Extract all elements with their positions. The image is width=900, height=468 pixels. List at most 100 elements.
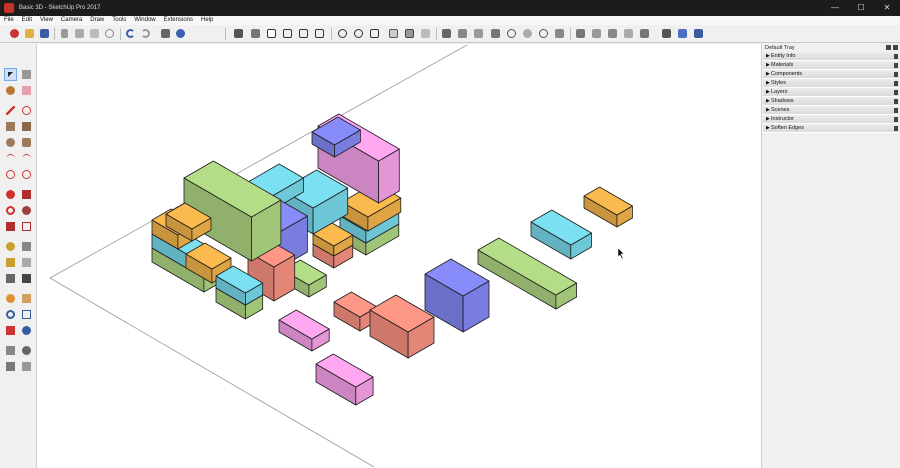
open-icon[interactable]	[23, 27, 36, 40]
text-tool-icon[interactable]	[472, 27, 485, 40]
shadows-icon[interactable]	[505, 27, 518, 40]
walk-tool-icon[interactable]	[4, 360, 17, 373]
panel-soften-edges[interactable]: ▶ Soften Edges	[763, 124, 899, 133]
panel-close-icon[interactable]	[894, 90, 898, 95]
photo-textures-icon[interactable]	[553, 27, 566, 40]
back-edges-icon[interactable]	[352, 27, 365, 40]
text-label-icon[interactable]	[20, 256, 33, 269]
two-point-arc-icon[interactable]	[20, 152, 33, 165]
stamp-icon[interactable]	[606, 27, 619, 40]
new-model-icon[interactable]	[8, 27, 21, 40]
eraser-icon[interactable]	[20, 84, 33, 97]
rotated-rectangle-icon[interactable]	[20, 120, 33, 133]
menu-camera[interactable]: Camera	[57, 16, 86, 25]
panel-materials[interactable]: ▶ Materials	[763, 61, 899, 70]
extension-warehouse-icon[interactable]	[676, 27, 689, 40]
scale-tool-icon[interactable]	[4, 220, 17, 233]
model-scene[interactable]	[37, 44, 761, 468]
cut-icon[interactable]	[58, 27, 71, 40]
right-view-icon[interactable]	[297, 27, 310, 40]
orbit-tool-icon[interactable]	[4, 292, 17, 305]
zoom-extents-icon[interactable]	[4, 324, 17, 337]
save-icon[interactable]	[38, 27, 51, 40]
iso-view-icon[interactable]	[249, 27, 262, 40]
axes-tool-icon[interactable]	[4, 272, 17, 285]
monochrome-icon[interactable]	[419, 27, 432, 40]
panel-styles[interactable]: ▶ Styles	[763, 79, 899, 88]
panel-instructor[interactable]: ▶ Instructor	[763, 115, 899, 124]
menu-help[interactable]: Help	[197, 16, 217, 25]
panel-close-icon[interactable]	[894, 81, 898, 86]
dimension-icon[interactable]	[456, 27, 469, 40]
panel-shadows[interactable]: ▶ Shadows	[763, 97, 899, 106]
arrows-icon[interactable]	[660, 27, 673, 40]
three-point-arc-icon[interactable]	[4, 168, 17, 181]
orange-small-block[interactable]	[583, 186, 633, 228]
paint-bucket-icon[interactable]	[489, 27, 502, 40]
3d-warehouse-icon[interactable]	[692, 27, 705, 40]
menu-file[interactable]: File	[0, 16, 18, 25]
pink-tetromino-block[interactable]	[278, 309, 330, 352]
freehand-icon[interactable]	[20, 104, 33, 117]
close-button[interactable]: ✕	[874, 0, 900, 16]
select-tool-icon[interactable]	[4, 68, 17, 81]
panel-close-icon[interactable]	[894, 63, 898, 68]
line-tool-icon[interactable]	[4, 104, 17, 117]
panel-close-icon[interactable]	[894, 54, 898, 59]
offset-tool-icon[interactable]	[20, 220, 33, 233]
rotate-tool-icon[interactable]	[4, 204, 17, 217]
minimize-button[interactable]: —	[822, 0, 848, 16]
panel-scenes[interactable]: ▶ Scenes	[763, 106, 899, 115]
arc-tool-icon[interactable]	[4, 152, 17, 165]
drape-icon[interactable]	[622, 27, 635, 40]
protractor-icon[interactable]	[4, 256, 17, 269]
look-around-icon[interactable]	[20, 344, 33, 357]
panel-entity-info[interactable]: ▶ Entity Info	[763, 52, 899, 61]
panel-close-icon[interactable]	[894, 72, 898, 77]
copy-icon[interactable]	[73, 27, 86, 40]
fog-icon[interactable]	[521, 27, 534, 40]
panel-components[interactable]: ▶ Components	[763, 70, 899, 79]
smoove-icon[interactable]	[590, 27, 603, 40]
panel-close-icon[interactable]	[894, 99, 898, 104]
section-tool-icon[interactable]	[20, 360, 33, 373]
3d-text-icon[interactable]	[20, 272, 33, 285]
shaded-icon[interactable]	[403, 27, 416, 40]
wireframe-icon[interactable]	[368, 27, 381, 40]
sandbox-icon[interactable]	[574, 27, 587, 40]
pink-tetromino-foot-block[interactable]	[315, 353, 374, 406]
polygon-tool-icon[interactable]	[20, 136, 33, 149]
move-tool-icon[interactable]	[4, 188, 17, 201]
flip-edge-icon[interactable]	[638, 27, 651, 40]
cyan-small-block[interactable]	[530, 209, 592, 260]
tape-measure-icon[interactable]	[4, 240, 17, 253]
tray-close-icon[interactable]	[893, 45, 898, 50]
zoom-window-icon[interactable]	[20, 308, 33, 321]
menu-view[interactable]: View	[36, 16, 57, 25]
section-plane-icon[interactable]	[440, 27, 453, 40]
menu-draw[interactable]: Draw	[86, 16, 108, 25]
pin-icon[interactable]	[886, 45, 891, 50]
panel-close-icon[interactable]	[894, 126, 898, 131]
menu-edit[interactable]: Edit	[18, 16, 36, 25]
xray-icon[interactable]	[336, 27, 349, 40]
push-pull-icon[interactable]	[20, 188, 33, 201]
pan-tool-icon[interactable]	[20, 292, 33, 305]
make-component-icon[interactable]	[20, 68, 33, 81]
front-view-icon[interactable]	[281, 27, 294, 40]
dimensions-tool-icon[interactable]	[20, 240, 33, 253]
geo-location-icon[interactable]	[537, 27, 550, 40]
drawing-viewport[interactable]	[37, 44, 761, 468]
menu-extensions[interactable]: Extensions	[160, 16, 197, 25]
menu-window[interactable]: Window	[130, 16, 159, 25]
zoom-tool-icon[interactable]	[4, 308, 17, 321]
circle-tool-icon[interactable]	[4, 136, 17, 149]
panel-close-icon[interactable]	[894, 108, 898, 113]
menu-tools[interactable]: Tools	[108, 16, 130, 25]
follow-me-icon[interactable]	[20, 204, 33, 217]
position-camera-icon[interactable]	[4, 344, 17, 357]
top-view-icon[interactable]	[265, 27, 278, 40]
blue-cube-block[interactable]	[424, 258, 490, 333]
maximize-button[interactable]: ☐	[848, 0, 874, 16]
model-info-icon[interactable]	[174, 27, 187, 40]
